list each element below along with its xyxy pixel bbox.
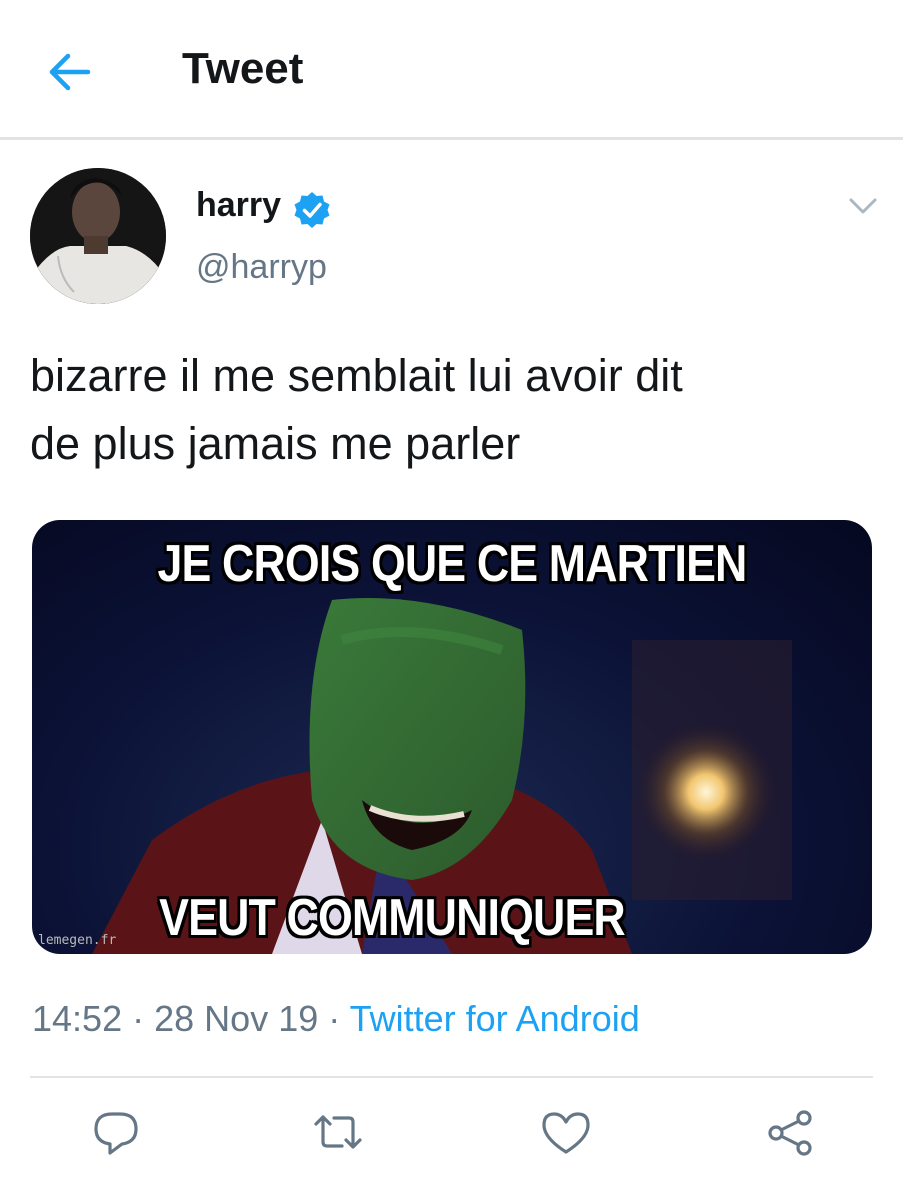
like-button[interactable] [540,1108,592,1158]
verified-badge-icon [294,192,330,228]
divider [30,1076,873,1078]
meme-caption-bottom: VEUT COMMUNIQUER [159,889,626,947]
tweet-text-line: bizarre il me semblait lui avoir dit [30,350,683,401]
back-button[interactable] [44,48,96,96]
meta-separator: · [132,998,145,1039]
tweet-time: 14:52 [32,998,123,1039]
tweet-source-link[interactable]: Twitter for Android [350,998,640,1039]
tweet-text: bizarre il me semblait lui avoir dit de … [30,342,870,478]
retweet-icon [314,1115,362,1149]
author-handle[interactable]: @harryp [196,248,327,287]
reply-icon [94,1112,138,1155]
meta-separator: · [328,998,341,1039]
retweet-button[interactable] [312,1108,364,1158]
share-icon [768,1110,812,1156]
reply-button[interactable] [90,1108,142,1158]
tweet-media-image[interactable]: JE CROIS QUE CE MARTIEN VEUT COMMUNIQUER… [32,520,872,954]
image-watermark: lemegen.fr [38,933,117,948]
share-button[interactable] [764,1108,816,1158]
meme-caption-top: JE CROIS QUE CE MARTIEN [157,535,748,593]
tweet-text-line: de plus jamais me parler [30,418,521,469]
more-options-button[interactable] [842,188,884,224]
arrow-left-icon [49,53,91,91]
tweet-date: 28 Nov 19 [154,998,319,1039]
tweet-metadata: 14:52 · 28 Nov 19 · Twitter for Android [32,998,640,1040]
app-header: Tweet [0,0,903,140]
profile-photo [30,168,166,304]
chevron-down-icon [849,198,877,214]
heart-icon [542,1112,590,1154]
avatar[interactable] [30,168,166,304]
author-name[interactable]: harry [196,186,281,225]
page-title: Tweet [182,44,304,93]
